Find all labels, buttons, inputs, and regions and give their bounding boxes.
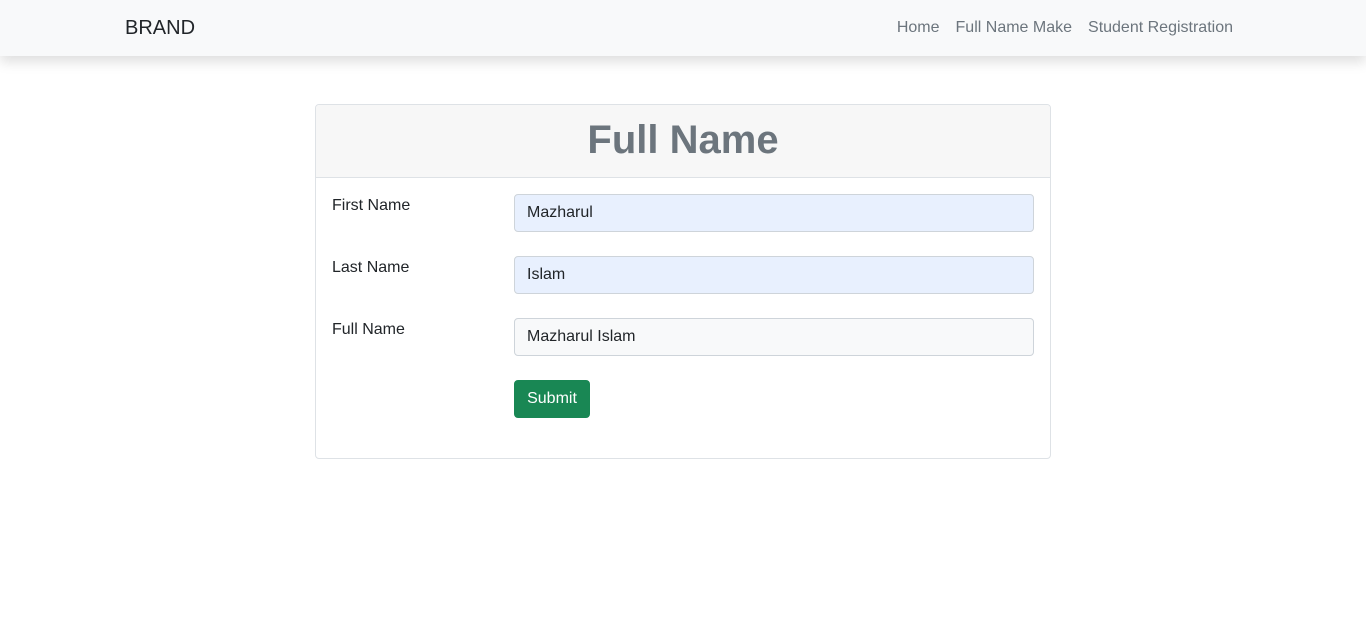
brand-link[interactable]: BRAND	[125, 15, 195, 41]
full-name-label: Full Name	[332, 321, 405, 338]
first-name-row: First Name	[332, 194, 1034, 232]
card-header: Full Name	[316, 105, 1050, 178]
nav-link-student-registration[interactable]: Student Registration	[1088, 17, 1233, 39]
last-name-label: Last Name	[332, 259, 410, 276]
submit-button[interactable]: Submit	[514, 380, 590, 418]
full-name-output[interactable]	[514, 318, 1034, 356]
nav-link-full-name-make[interactable]: Full Name Make	[956, 17, 1072, 39]
nav-links: Home Full Name Make Student Registration	[897, 17, 1233, 39]
last-name-row: Last Name	[332, 256, 1034, 294]
navbar: BRAND Home Full Name Make Student Regist…	[0, 0, 1366, 56]
nav-link-home[interactable]: Home	[897, 17, 940, 39]
first-name-label: First Name	[332, 197, 411, 214]
full-name-row: Full Name	[332, 318, 1034, 356]
last-name-input[interactable]	[514, 256, 1034, 294]
full-name-card: Full Name First Name Last Name Full Name…	[315, 104, 1051, 459]
card-title: Full Name	[587, 118, 779, 162]
first-name-input[interactable]	[514, 194, 1034, 232]
